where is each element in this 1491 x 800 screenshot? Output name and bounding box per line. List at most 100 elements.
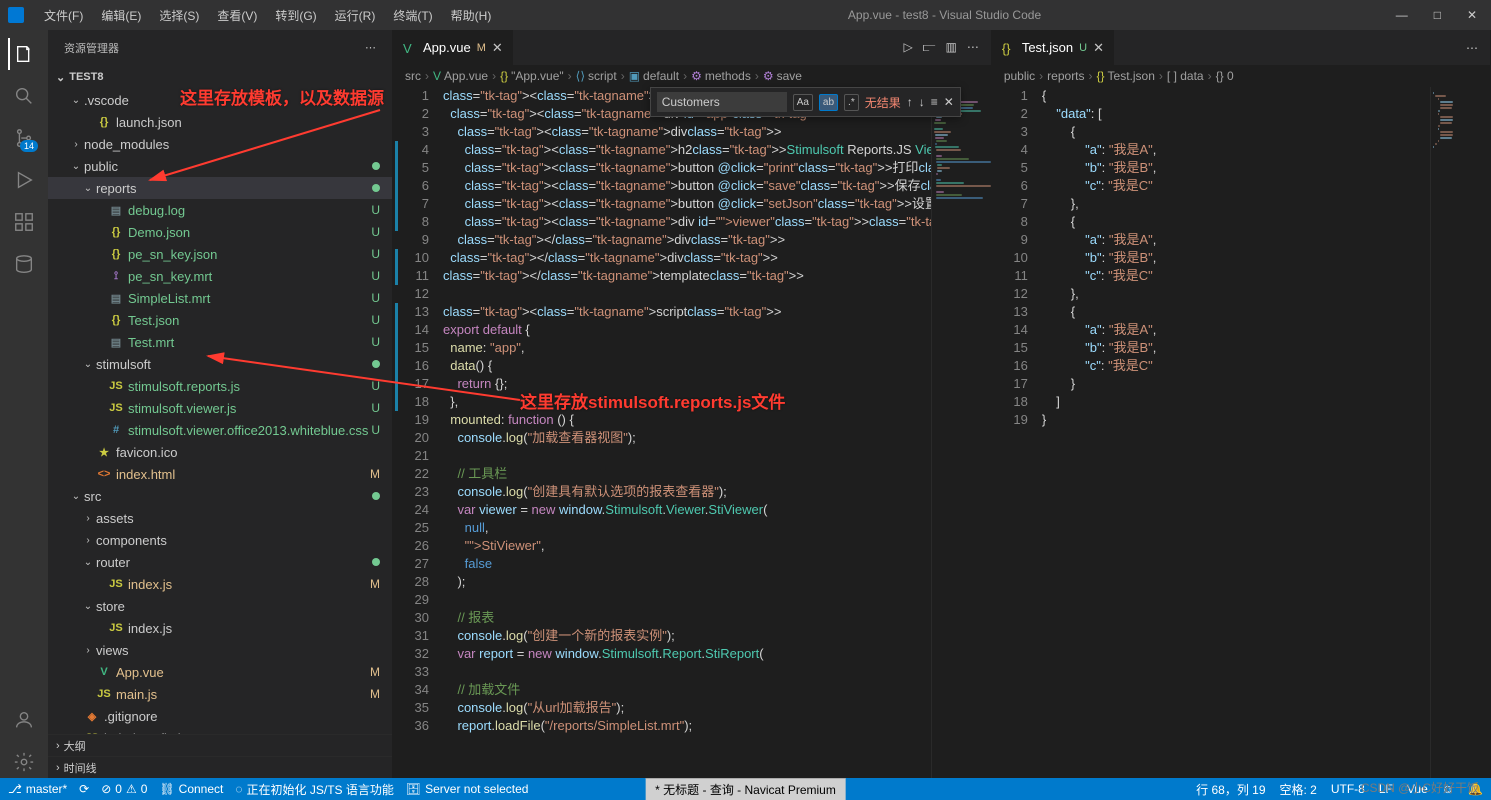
status-sync[interactable]: ⟳ [79, 782, 89, 796]
status-ln-col[interactable]: 行 68，列 19 [1196, 781, 1265, 798]
find-close-icon[interactable]: ✕ [944, 95, 954, 109]
find-selection-icon[interactable]: ≡ [931, 95, 938, 109]
maximize-icon[interactable]: □ [1428, 4, 1447, 26]
file-favicon-ico[interactable]: ★favicon.ico [48, 441, 392, 463]
find-prev-icon[interactable]: ↑ [907, 95, 913, 109]
minimap-1[interactable] [931, 87, 991, 778]
menubar: 文件(F) 编辑(E) 选择(S) 查看(V) 转到(G) 运行(R) 终端(T… [36, 3, 499, 28]
menu-go[interactable]: 转到(G) [267, 3, 324, 28]
activitybar: 14 [0, 30, 48, 778]
find-regex-icon[interactable]: .* [844, 94, 859, 111]
file-app-vue[interactable]: VApp.vueM [48, 661, 392, 683]
file-stimulsoft-reports-js[interactable]: JSstimulsoft.reports.jsU [48, 375, 392, 397]
window-title: App.vue - test8 - Visual Studio Code [503, 8, 1385, 22]
extensions-icon[interactable] [8, 206, 40, 238]
find-input[interactable] [657, 92, 787, 112]
status-spaces[interactable]: 空格: 2 [1280, 781, 1317, 798]
menu-view[interactable]: 查看(V) [209, 3, 265, 28]
split-icon[interactable]: ⫍ [921, 38, 938, 57]
sidebar-more-icon[interactable]: ⋯ [365, 41, 376, 54]
folder-components[interactable]: ›components [48, 529, 392, 551]
file-stimulsoft-viewer-office2013-whiteblue-css[interactable]: #stimulsoft.viewer.office2013.whiteblue.… [48, 419, 392, 441]
folder-store[interactable]: ⌄store [48, 595, 392, 617]
menu-help[interactable]: 帮助(H) [443, 3, 500, 28]
explorer-icon[interactable] [8, 38, 40, 70]
accounts-icon[interactable] [8, 704, 40, 736]
timeline-section[interactable]: ›时间线 [48, 756, 392, 778]
status-server[interactable]: 🗄 Server not selected [406, 782, 529, 796]
minimap-2[interactable] [1430, 87, 1490, 778]
folder-views[interactable]: ›views [48, 639, 392, 661]
run-icon[interactable]: ▷ [901, 38, 914, 57]
tab-status: U [1079, 42, 1087, 54]
tab-test-json[interactable]: {} Test.json U ✕ [992, 30, 1115, 65]
find-case-icon[interactable]: Aa [793, 94, 813, 111]
file--gitignore[interactable]: ◈.gitignore [48, 705, 392, 727]
file-simplelist-mrt[interactable]: ▤SimpleList.mrtU [48, 287, 392, 309]
menu-terminal[interactable]: 终端(T) [385, 3, 440, 28]
find-next-icon[interactable]: ↓ [919, 95, 925, 109]
outline-section[interactable]: ›大纲 [48, 734, 392, 756]
file-babel-config-js[interactable]: JSbabel.config.js [48, 727, 392, 734]
file-index-js[interactable]: JSindex.js [48, 617, 392, 639]
diff-icon[interactable]: ▥ [943, 38, 958, 57]
file-pe-sn-key-mrt[interactable]: ⟟pe_sn_key.mrtU [48, 265, 392, 287]
project-header[interactable]: ⌄ TEST8 [48, 65, 392, 89]
scm-badge: 14 [20, 140, 38, 152]
tab-close-icon[interactable]: ✕ [492, 40, 503, 56]
file-launch-json[interactable]: {}launch.json [48, 111, 392, 133]
find-wholeword-icon[interactable]: ab [819, 94, 838, 111]
folder-src[interactable]: ⌄src [48, 485, 392, 507]
file-index-html[interactable]: <>index.htmlM [48, 463, 392, 485]
close-icon[interactable]: ✕ [1461, 4, 1483, 26]
find-no-results: 无结果 [865, 94, 901, 111]
folder--vscode[interactable]: ⌄.vscode [48, 89, 392, 111]
code-editor-1[interactable]: class="tk-tag"><class="tk-tagname">templ… [443, 87, 931, 778]
tab-app-vue[interactable]: V App.vue M ✕ [393, 30, 514, 65]
file-test-mrt[interactable]: ▤Test.mrtU [48, 331, 392, 353]
sidebar-title: 资源管理器 [64, 40, 365, 56]
menu-file[interactable]: 文件(F) [36, 3, 91, 28]
windows-taskbar-item[interactable]: * 无标题 - 查询 - Navicat Premium [645, 778, 846, 800]
menu-selection[interactable]: 选择(S) [151, 3, 207, 28]
status-init-ts: ◌ 正在初始化 JS/TS 语言功能 [235, 781, 393, 798]
file-index-js[interactable]: JSindex.jsM [48, 573, 392, 595]
code-editor-2[interactable]: { "data": [ { "a": "我是A", "b": "我是B", "c… [1042, 87, 1430, 778]
status-branch[interactable]: ⎇ master* [8, 782, 67, 796]
run-debug-icon[interactable] [8, 164, 40, 196]
editor-group-1: V App.vue M ✕ ▷ ⫍ ▥ ⋯ src› V App.vue› {}… [393, 30, 992, 778]
tab-label: Test.json [1022, 40, 1073, 55]
file-tree: ⌄.vscode{}launch.json›node_modules⌄publi… [48, 89, 392, 734]
source-control-icon[interactable]: 14 [8, 122, 40, 154]
tab-close-icon[interactable]: ✕ [1093, 40, 1104, 56]
chevron-down-icon: ⌄ [56, 71, 65, 84]
file-test-json[interactable]: {}Test.jsonU [48, 309, 392, 331]
file-main-js[interactable]: JSmain.jsM [48, 683, 392, 705]
database-icon[interactable] [8, 248, 40, 280]
vue-file-icon: V [403, 41, 417, 55]
file-demo-json[interactable]: {}Demo.jsonU [48, 221, 392, 243]
settings-gear-icon[interactable] [8, 746, 40, 778]
more-icon[interactable]: ⋯ [965, 38, 981, 57]
status-encoding[interactable]: UTF-8 [1331, 781, 1365, 798]
menu-run[interactable]: 运行(R) [327, 3, 384, 28]
folder-assets[interactable]: ›assets [48, 507, 392, 529]
folder-public[interactable]: ⌄public [48, 155, 392, 177]
folder-node-modules[interactable]: ›node_modules [48, 133, 392, 155]
search-icon[interactable] [8, 80, 40, 112]
folder-router[interactable]: ⌄router [48, 551, 392, 573]
watermark: CSDN @小C好好干饭 [1361, 779, 1479, 796]
folder-stimulsoft[interactable]: ⌄stimulsoft [48, 353, 392, 375]
menu-edit[interactable]: 编辑(E) [93, 3, 149, 28]
breadcrumb-1[interactable]: src› V App.vue› {} "App.vue"› ⟨⟩ script›… [393, 65, 991, 87]
status-errors[interactable]: ⊘ 0 ⚠ 0 [101, 782, 147, 796]
status-connect[interactable]: ⛓ Connect [159, 782, 223, 796]
file-debug-log[interactable]: ▤debug.logU [48, 199, 392, 221]
breadcrumb-2[interactable]: public› reports› {} Test.json› [ ] data›… [992, 65, 1490, 87]
tabbar-1: V App.vue M ✕ ▷ ⫍ ▥ ⋯ [393, 30, 991, 65]
file-pe-sn-key-json[interactable]: {}pe_sn_key.jsonU [48, 243, 392, 265]
file-stimulsoft-viewer-js[interactable]: JSstimulsoft.viewer.jsU [48, 397, 392, 419]
minimize-icon[interactable]: — [1390, 4, 1414, 26]
folder-reports[interactable]: ⌄reports [48, 177, 392, 199]
more-icon[interactable]: ⋯ [1464, 39, 1480, 57]
